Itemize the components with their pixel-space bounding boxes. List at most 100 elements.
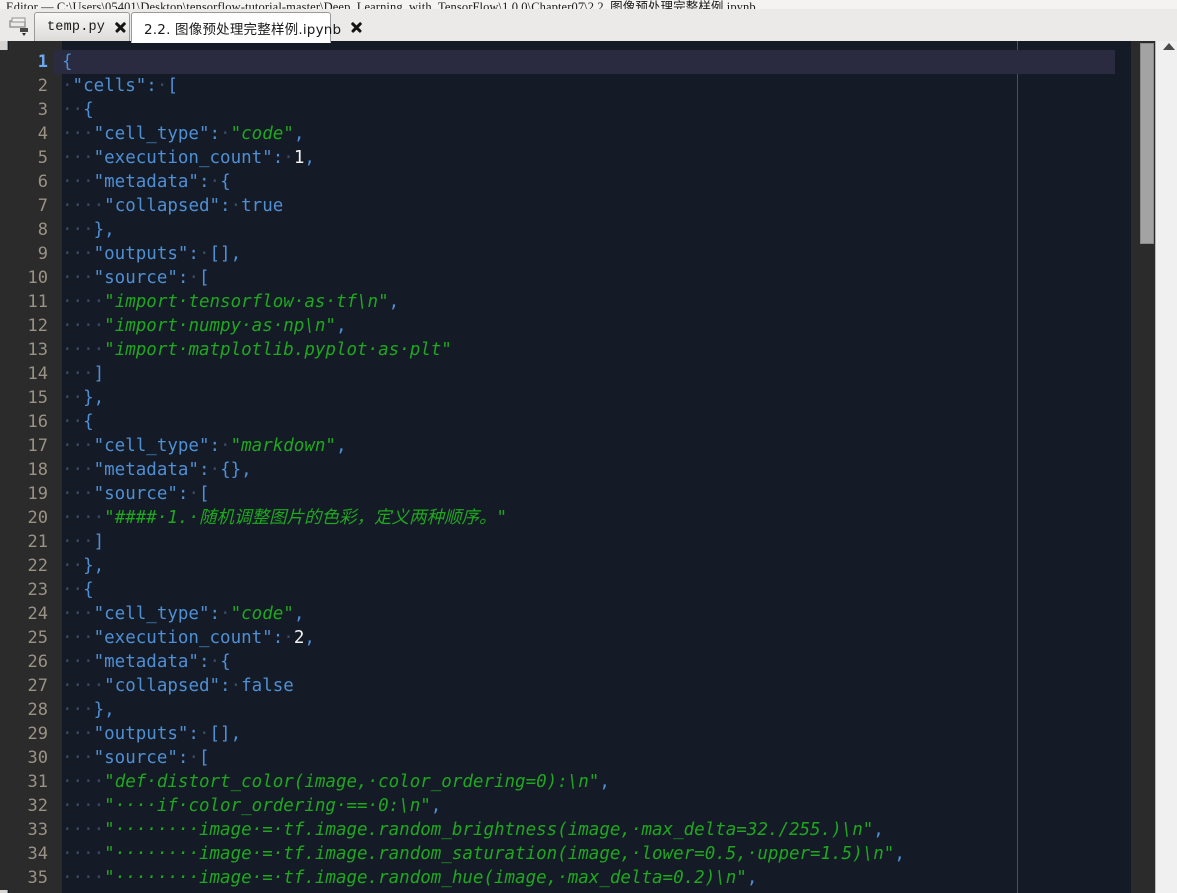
code-line[interactable]: 24 ···"cell_type":·"code", — [0, 602, 1115, 626]
code-line[interactable]: 35 ····"········image·=·tf.image.random_h… — [0, 866, 1115, 890]
code-line[interactable]: 32 ····"····if·color_ordering·==·0:\n", — [0, 794, 1115, 818]
code-token-ws: ··· — [62, 628, 94, 648]
code-line[interactable]: 4 ···"cell_type":·"code", — [0, 122, 1115, 146]
code-token-ws: · — [209, 460, 221, 480]
code-line-text: ···"execution_count":·2, — [62, 626, 315, 650]
line-number: 34 — [0, 842, 53, 866]
line-number: 35 — [0, 866, 53, 890]
code-line[interactable]: 6 ···"metadata":·{ — [0, 170, 1115, 194]
code-line-text: ···"source":·[ — [62, 266, 210, 290]
close-icon[interactable] — [350, 21, 363, 34]
code-token-ws: ···· — [62, 868, 105, 888]
code-token-ws: ···· — [62, 508, 105, 528]
code-token-punct: , — [304, 148, 315, 168]
code-token-punct: , — [388, 292, 400, 312]
code-line[interactable]: 8 ···}, — [0, 218, 1115, 242]
code-token-punct: , — [430, 796, 442, 816]
code-token-str: "····if·color_ordering·==·0:\n" — [104, 796, 431, 816]
code-line-text: ···] — [62, 530, 104, 554]
code-token-key: "outputs": — [93, 244, 199, 264]
code-line[interactable]: 22 ··}, — [0, 554, 1115, 578]
code-line[interactable]: 31 ····"def·distort_color(image,·color_or… — [0, 770, 1115, 794]
code-token-key: "cell_type": — [93, 124, 221, 144]
code-line[interactable]: 9 ···"outputs":·[], — [0, 242, 1115, 266]
code-line[interactable]: 23 ··{ — [0, 578, 1115, 602]
code-line[interactable]: 16 ··{ — [0, 410, 1115, 434]
code-line-text: ···"metadata":·{}, — [62, 458, 252, 482]
vertical-scrollbar[interactable] — [1131, 41, 1177, 893]
code-token-ws: ··· — [62, 604, 94, 624]
scroll-up-arrow-icon[interactable] — [1163, 43, 1175, 50]
code-token-ws: ·· — [62, 412, 84, 432]
code-line-text: { — [62, 50, 73, 74]
code-line-text: ···"cell_type":·"markdown", — [62, 434, 347, 458]
code-line[interactable]: 20 ····"####·1.·随机调整图片的色彩，定义两种顺序。" — [0, 506, 1115, 530]
code-line[interactable]: 3 ··{ — [0, 98, 1115, 122]
code-line[interactable]: 1{ — [0, 50, 1115, 74]
code-token-key: "cell_type": — [93, 604, 221, 624]
code-line[interactable]: 14 ···] — [0, 362, 1115, 386]
code-token-punct: [ — [198, 268, 210, 288]
code-line[interactable]: 17 ···"cell_type":·"markdown", — [0, 434, 1115, 458]
scrollbar-track[interactable] — [1155, 41, 1177, 893]
line-number: 17 — [0, 434, 53, 458]
code-token-punct: , — [599, 772, 610, 792]
code-line[interactable]: 10 ···"source":·[ — [0, 266, 1115, 290]
code-token-key: "execution_count": — [93, 628, 284, 648]
code-line[interactable]: 13 ····"import·matplotlib.pyplot·as·plt" — [0, 338, 1115, 362]
scrollbar-thumb[interactable] — [1140, 43, 1154, 244]
code-token-ws: · — [198, 724, 210, 744]
code-token-num: 1 — [293, 148, 305, 168]
line-number: 19 — [0, 482, 53, 506]
code-token-lit: false — [241, 676, 294, 696]
code-token-str: "import·tensorflow·as·tf\n" — [104, 292, 389, 312]
code-line[interactable]: 21 ···] — [0, 530, 1115, 554]
line-number: 24 — [0, 602, 53, 626]
code-line-text: ··}, — [62, 386, 104, 410]
tab-list-icon[interactable] — [7, 14, 33, 38]
code-line[interactable]: 27 ····"collapsed":·false — [0, 674, 1115, 698]
code-token-ws: ·· — [62, 388, 84, 408]
code-line[interactable]: 26 ···"metadata":·{ — [0, 650, 1115, 674]
code-line[interactable]: 29 ···"outputs":·[], — [0, 722, 1115, 746]
code-line-text: ···] — [62, 362, 104, 386]
line-number: 9 — [0, 242, 53, 266]
code-line[interactable]: 18 ···"metadata":·{}, — [0, 458, 1115, 482]
code-line[interactable]: 30 ···"source":·[ — [0, 746, 1115, 770]
tab-temp-py[interactable]: temp.py — [34, 12, 130, 41]
code-token-ws: · — [230, 196, 242, 216]
line-number: 2 — [0, 74, 53, 98]
code-line[interactable]: 28 ···}, — [0, 698, 1115, 722]
line-number: 32 — [0, 794, 53, 818]
code-line-text: ···"outputs":·[], — [62, 722, 241, 746]
code-token-punct: }, — [83, 388, 105, 408]
code-line-text: ·"cells":·[ — [62, 74, 178, 98]
code-token-ws: · — [62, 76, 73, 96]
code-line[interactable]: 7 ····"collapsed":·true — [0, 194, 1115, 218]
tab-notebook-ipynb[interactable]: 2.2. 图像预处理完整样例.ipynb — [131, 12, 341, 43]
code-line[interactable]: 33 ····"········image·=·tf.image.random_b… — [0, 818, 1115, 842]
window-title: Editor — C:\Users\05401\Desktop\tensorfl… — [6, 0, 756, 9]
code-line[interactable]: 34 ····"········image·=·tf.image.random_s… — [0, 842, 1115, 866]
code-line-text: ····"import·numpy·as·np\n", — [62, 314, 347, 338]
close-icon[interactable] — [114, 21, 127, 34]
line-number: 18 — [0, 458, 53, 482]
line-number: 15 — [0, 386, 53, 410]
code-line[interactable]: 11 ····"import·tensorflow·as·tf\n", — [0, 290, 1115, 314]
code-line[interactable]: 2 ·"cells":·[ — [0, 74, 1115, 98]
code-editor[interactable]: 1{2 ·"cells":·[3 ··{4 ···"cell_type":·"code… — [0, 41, 1177, 893]
code-line[interactable]: 19 ···"source":·[ — [0, 482, 1115, 506]
code-line[interactable]: 15 ··}, — [0, 386, 1115, 410]
code-token-ws: ···· — [62, 796, 105, 816]
line-number: 5 — [0, 146, 53, 170]
code-line[interactable]: 12 ····"import·numpy·as·np\n", — [0, 314, 1115, 338]
line-number: 4 — [0, 122, 53, 146]
code-token-key: "collapsed": — [104, 196, 231, 216]
code-line-text: ···"source":·[ — [62, 482, 210, 506]
code-line-text: ····"collapsed":·true — [62, 194, 283, 218]
code-line-text: ···"outputs":·[], — [62, 242, 241, 266]
code-token-ws: ···· — [62, 292, 105, 312]
code-token-ws: ··· — [62, 532, 94, 552]
code-line[interactable]: 5 ···"execution_count":·1, — [0, 146, 1115, 170]
code-line[interactable]: 25 ···"execution_count":·2, — [0, 626, 1115, 650]
